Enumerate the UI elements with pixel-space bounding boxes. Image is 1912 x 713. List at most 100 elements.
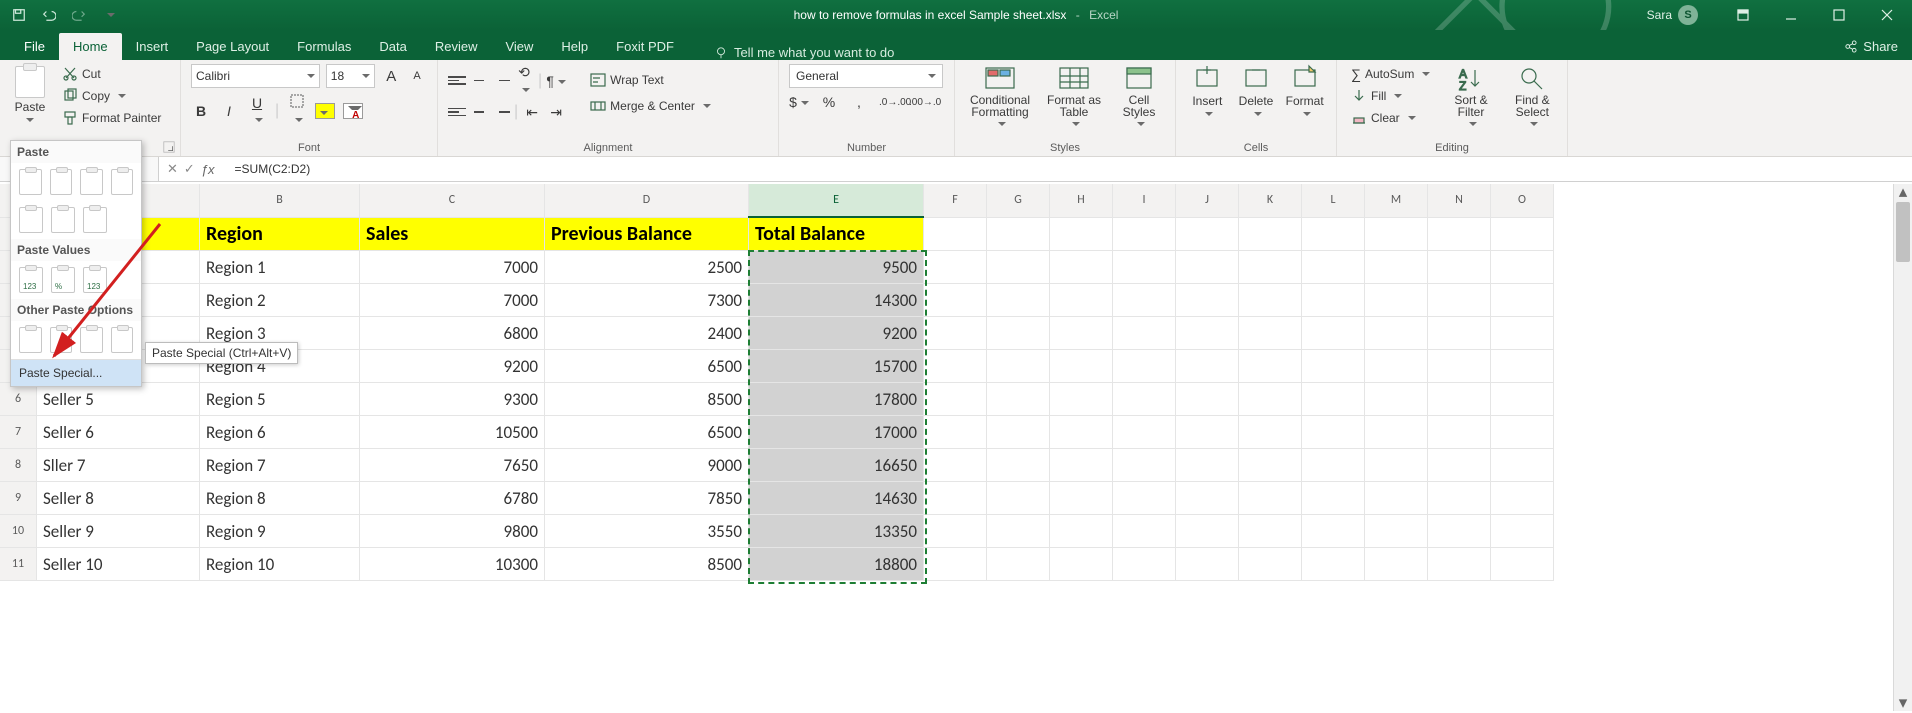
cell[interactable] [1050,548,1113,581]
cell[interactable]: 9200 [749,317,924,350]
account-info[interactable]: Sara S [1647,5,1698,25]
cell[interactable]: 9200 [360,350,545,383]
cell[interactable]: 2400 [545,317,749,350]
cell[interactable]: 7850 [545,482,749,515]
cell[interactable] [1302,284,1365,317]
cell[interactable]: 6780 [360,482,545,515]
cell[interactable] [1365,251,1428,284]
cell[interactable] [1365,416,1428,449]
cell[interactable]: Region 8 [200,482,360,515]
percent-format-icon[interactable]: % [819,94,839,110]
cell[interactable] [1176,515,1239,548]
merge-center-button[interactable]: Merge & Center [586,96,715,116]
cell[interactable] [1176,350,1239,383]
column-header[interactable]: E [749,184,924,217]
format-cells-button[interactable]: Format [1283,64,1326,118]
cell[interactable] [1302,217,1365,251]
close-icon[interactable] [1864,0,1910,30]
cell[interactable]: 10300 [360,548,545,581]
cell[interactable]: 15700 [749,350,924,383]
fill-color-button[interactable] [315,103,335,119]
cell[interactable] [1113,515,1176,548]
copy-button[interactable]: Copy [58,86,165,106]
italic-button[interactable]: I [219,103,239,119]
cell[interactable] [1491,548,1554,581]
cell[interactable] [924,350,987,383]
cell[interactable] [1428,217,1491,251]
wrap-text-button[interactable]: Wrap Text [586,70,715,90]
conditional-formatting-button[interactable]: Conditional Formatting [965,64,1035,128]
paste-formatting-icon[interactable] [19,327,42,353]
cell[interactable] [1491,284,1554,317]
underline-button[interactable]: U [247,95,267,127]
column-header[interactable]: K [1239,184,1302,217]
cell[interactable] [1428,317,1491,350]
cell[interactable] [924,217,987,251]
undo-icon[interactable] [36,4,62,26]
cell[interactable]: Region 2 [200,284,360,317]
cell[interactable] [987,350,1050,383]
cell[interactable]: 8500 [545,383,749,416]
cell[interactable] [1176,317,1239,350]
cell[interactable] [1302,482,1365,515]
cell[interactable]: Seller 6 [37,416,200,449]
column-header[interactable]: H [1050,184,1113,217]
cell[interactable] [1239,416,1302,449]
row-header[interactable]: 6 [0,383,37,416]
cell[interactable] [1365,482,1428,515]
insert-cells-button[interactable]: Insert [1186,64,1229,118]
cell[interactable] [1365,350,1428,383]
cell[interactable] [1050,383,1113,416]
increase-decimal-icon[interactable]: .0→.00 [879,97,899,108]
cell[interactable] [1491,449,1554,482]
scroll-thumb[interactable] [1896,202,1910,262]
tab-foxit-pdf[interactable]: Foxit PDF [602,33,688,60]
tab-help[interactable]: Help [547,33,602,60]
cell[interactable]: Region 1 [200,251,360,284]
cell[interactable]: Region 5 [200,383,360,416]
tab-page-layout[interactable]: Page Layout [182,33,283,60]
scroll-up-icon[interactable]: ▴ [1894,184,1912,200]
cell[interactable]: 9800 [360,515,545,548]
cell[interactable]: 6500 [545,416,749,449]
ribbon-display-icon[interactable] [1720,0,1766,30]
cell[interactable]: 2500 [545,251,749,284]
paste-option-keep-widths-icon[interactable] [51,207,75,233]
text-direction-icon[interactable]: ¶ [546,73,566,89]
align-right-icon[interactable] [492,105,510,119]
cell[interactable]: Region 10 [200,548,360,581]
cell[interactable] [1491,416,1554,449]
cell[interactable] [1302,515,1365,548]
share-button[interactable]: Share [1830,33,1912,60]
cell[interactable] [1302,416,1365,449]
cell[interactable] [1113,284,1176,317]
cell[interactable] [1365,548,1428,581]
cell[interactable] [1491,350,1554,383]
cell[interactable]: Region 7 [200,449,360,482]
autosum-button[interactable]: ∑ AutoSum [1347,64,1434,84]
cell[interactable]: 17800 [749,383,924,416]
find-select-button[interactable]: Find & Select [1508,64,1557,128]
cell[interactable] [1050,284,1113,317]
cell[interactable] [1428,482,1491,515]
cell[interactable] [1239,284,1302,317]
cell[interactable] [987,284,1050,317]
cell[interactable] [1113,449,1176,482]
align-left-icon[interactable] [448,105,466,119]
cell[interactable] [1491,482,1554,515]
cell[interactable]: 17000 [749,416,924,449]
cell[interactable] [1113,548,1176,581]
cell[interactable] [987,217,1050,251]
cell[interactable] [1050,251,1113,284]
column-header[interactable]: I [1113,184,1176,217]
paste-values-number-icon[interactable]: % [51,267,75,293]
cell[interactable] [924,251,987,284]
cell[interactable]: 14300 [749,284,924,317]
borders-button[interactable] [287,94,307,127]
sort-filter-button[interactable]: AZ Sort & Filter [1446,64,1495,128]
align-bottom-icon[interactable] [492,74,510,88]
cell[interactable]: 9500 [749,251,924,284]
cell[interactable] [1239,217,1302,251]
cell[interactable] [1239,251,1302,284]
cell[interactable]: Total Balance [749,217,924,251]
